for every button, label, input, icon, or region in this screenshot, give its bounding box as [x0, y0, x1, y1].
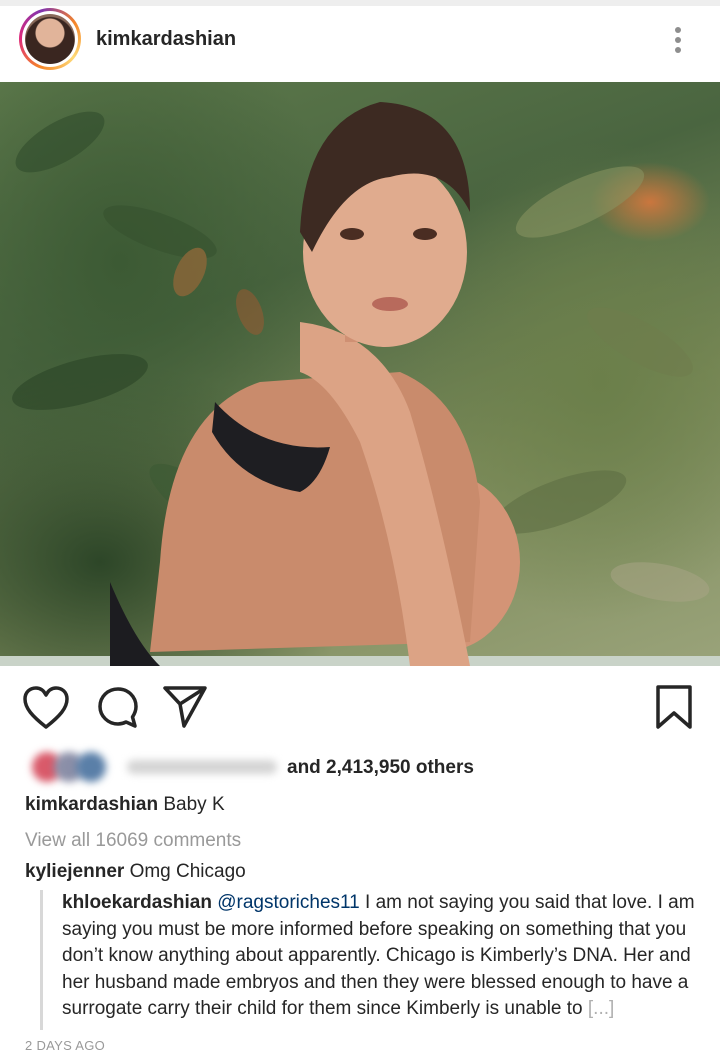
comment-username[interactable]: kyliejenner [25, 861, 124, 882]
comment-item: kyliejenner Omg Chicago [25, 861, 246, 883]
comment-icon[interactable] [96, 686, 140, 730]
liked-by-avatars-blurred [32, 750, 302, 782]
caption-text: Baby K [163, 794, 225, 815]
heart-icon[interactable] [22, 686, 70, 730]
view-all-comments-link[interactable]: View all 16069 comments [25, 830, 241, 852]
avatar[interactable] [25, 14, 75, 64]
likes-row[interactable]: and 2,413,950 others [22, 748, 702, 786]
post-actions [0, 666, 720, 746]
post-header: kimkardashian [0, 6, 720, 82]
reply-more-link[interactable]: [...] [588, 998, 614, 1019]
post-username[interactable]: kimkardashian [96, 28, 236, 51]
reply-username[interactable]: khloekardashian [62, 892, 212, 913]
story-ring[interactable] [19, 8, 81, 70]
post-caption: kimkardashian Baby K [25, 794, 225, 816]
post-photo-illustration [0, 102, 720, 666]
paper-plane-icon[interactable] [162, 684, 208, 728]
bookmark-icon[interactable] [654, 684, 694, 730]
reply-mention[interactable]: @ragstoriches11 [217, 892, 360, 913]
post-image[interactable] [0, 82, 720, 666]
reply-comment: khloekardashian @ragstoriches11 I am not… [62, 890, 702, 1023]
likes-count[interactable]: and 2,413,950 others [287, 757, 474, 779]
more-options-icon[interactable] [672, 24, 684, 58]
comment-text: Omg Chicago [129, 861, 246, 882]
caption-username[interactable]: kimkardashian [25, 794, 158, 815]
post-timestamp: 2 DAYS AGO [25, 1038, 106, 1053]
reply-thread: khloekardashian @ragstoriches11 I am not… [40, 890, 702, 1030]
